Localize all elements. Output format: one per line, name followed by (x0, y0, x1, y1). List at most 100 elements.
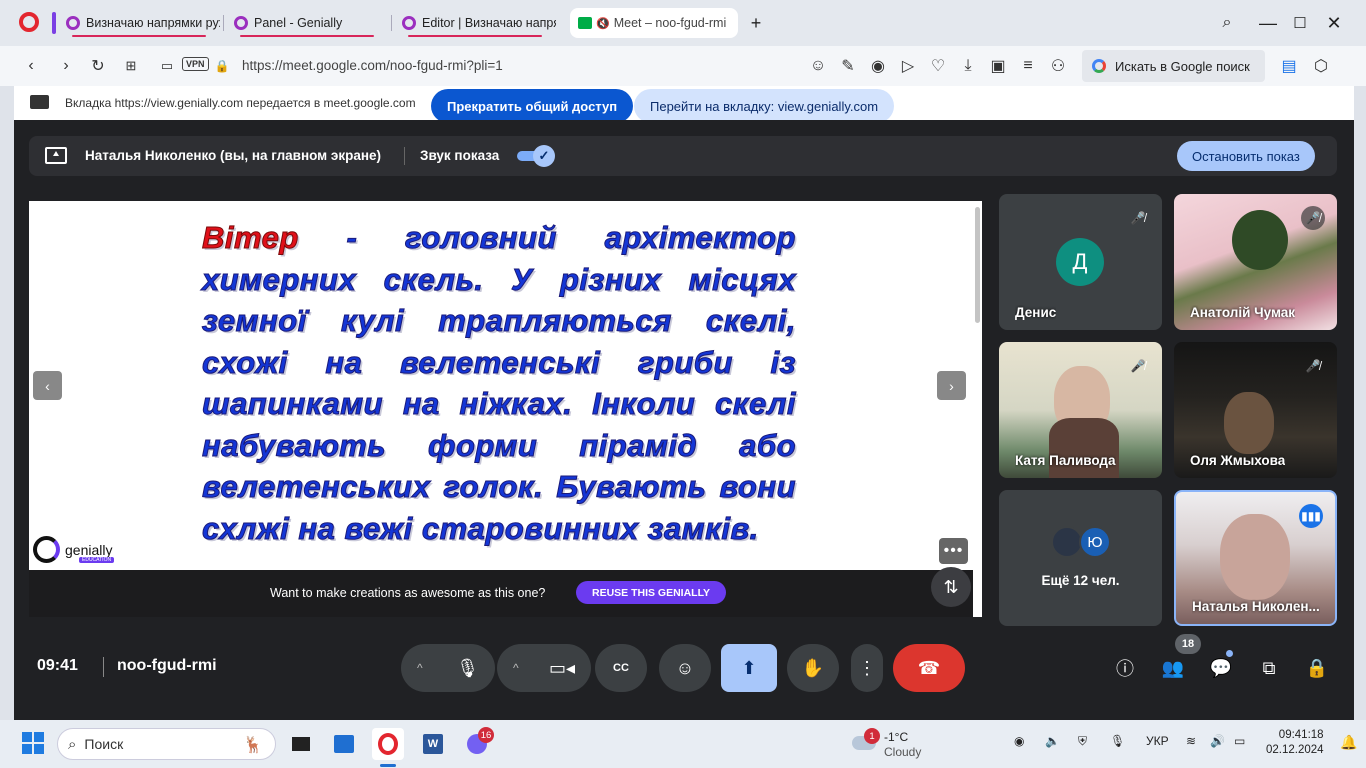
video-plant-shape (1232, 210, 1288, 270)
viber-tray-icon[interactable]: ◉ (1014, 734, 1024, 748)
volume-tray-icon[interactable]: 🔈 (1045, 734, 1060, 748)
info-icon[interactable]: ⓘ (1110, 653, 1140, 683)
download-icon[interactable]: ⤓ (954, 52, 982, 80)
url-field[interactable]: https://meet.google.com/noo-fgud-rmi?pli… (242, 58, 503, 73)
tab-group-line (240, 35, 374, 37)
mic-tray-icon[interactable]: 🎙 (1110, 734, 1125, 748)
task-view-icon[interactable] (285, 728, 317, 760)
player-icon[interactable]: ▣ (984, 52, 1012, 80)
language-indicator[interactable]: УКР (1146, 734, 1169, 748)
chat-icon[interactable]: 💬 (1206, 653, 1236, 683)
heart-icon[interactable]: ♡ (924, 52, 952, 80)
genially-logo-icon (33, 536, 60, 563)
clock[interactable]: 09:41:18 02.12.2024 (1266, 728, 1324, 758)
lock-icon[interactable]: 🔒 (208, 52, 236, 80)
emoji-icon[interactable]: ☺ (804, 52, 832, 80)
reuse-genially-button[interactable]: REUSE THIS GENIALLY (576, 581, 727, 604)
google-search-button[interactable]: Искать в Google поиск (1082, 50, 1265, 82)
send-icon[interactable]: ▷ (894, 52, 922, 80)
camera-icon[interactable]: ▭ (153, 52, 181, 80)
snapshot-icon[interactable]: ◉ (864, 52, 892, 80)
meet-favicon-icon (578, 17, 592, 29)
participant-tile[interactable]: 🎤̸ Катя Паливода (999, 342, 1162, 478)
stop-sharing-button[interactable]: Прекратить общий доступ (431, 89, 634, 123)
tab-vyznachayu[interactable]: Визначаю напрямки рухів (58, 8, 220, 38)
more-participants-tile[interactable]: Ю Ещё 12 чел. (999, 490, 1162, 626)
back-icon[interactable]: ‹ (17, 52, 45, 80)
sidebar-toggle-icon[interactable]: ▤ (1275, 52, 1303, 80)
stop-presenting-button[interactable]: Остановить показ (1177, 141, 1315, 171)
presenting-bar: Наталья Николенко (вы, на главном экране… (29, 136, 1337, 176)
tab-title: Meet – noo-fgud-rmi (613, 16, 727, 30)
tab-search-icon[interactable]: ⌕ (1214, 10, 1240, 36)
google-search-label: Искать в Google поиск (1115, 58, 1250, 74)
participant-name: Денис (1015, 305, 1057, 320)
scrollbar-thumb[interactable] (975, 207, 980, 323)
speaker-icon[interactable]: 🔊 (1210, 734, 1225, 748)
participant-name: Катя Паливода (1015, 453, 1116, 468)
captions-icon[interactable]: CC (595, 644, 647, 692)
windows-start-icon[interactable] (22, 732, 44, 754)
activities-icon[interactable]: ⧉ (1254, 653, 1284, 683)
participant-tile[interactable]: Д 🎤̸ Денис (999, 194, 1162, 330)
people-icon[interactable]: 👥 (1158, 653, 1188, 683)
opera-logo-icon[interactable] (19, 12, 39, 32)
previous-slide-button[interactable]: ‹ (33, 371, 62, 400)
go-to-tab-button[interactable]: Перейти на вкладку: view.genially.com (634, 89, 895, 123)
search-placeholder: Поиск (84, 736, 124, 752)
forward-icon[interactable]: › (52, 52, 80, 80)
tab-panel-genially[interactable]: Panel - Genially (226, 8, 388, 38)
video-camera-icon[interactable]: ▭◂ (549, 658, 575, 679)
edit-icon[interactable]: ✎ (834, 52, 862, 80)
more-options-icon[interactable]: ⋮ (851, 644, 883, 692)
vpn-badge[interactable]: VPN (182, 57, 209, 71)
settings-sliders-icon[interactable]: ≡ (1014, 52, 1042, 80)
chevron-up-icon[interactable]: ^ (417, 661, 423, 675)
store-icon[interactable] (328, 728, 360, 760)
genially-favicon-icon (234, 16, 248, 30)
present-now-icon[interactable]: ⬆ (721, 644, 777, 692)
mic-icon[interactable]: 🎙 (456, 658, 479, 679)
wifi-icon[interactable]: ≋ (1186, 734, 1196, 748)
weather-badge: 1 (864, 728, 880, 744)
more-options-icon[interactable]: ••• (939, 538, 968, 564)
tab-meet[interactable]: 🔇 Meet – noo-fgud-rmi (570, 8, 738, 38)
presentation-sound-toggle[interactable]: ✓ (517, 145, 555, 167)
extensions-icon[interactable]: ⬡ (1307, 52, 1335, 80)
host-controls-icon[interactable]: 🔒 (1302, 653, 1332, 683)
next-slide-button[interactable]: › (937, 371, 966, 400)
avatar: Д (1056, 238, 1104, 286)
genially-edu-tag: EDUCATION (79, 557, 115, 563)
opera-taskbar-icon[interactable] (372, 728, 404, 760)
notifications-icon[interactable]: 🔔 (1340, 734, 1357, 751)
reactions-icon[interactable]: ☺ (659, 644, 711, 692)
raise-hand-icon[interactable]: ✋ (787, 644, 839, 692)
word-icon[interactable]: W (417, 728, 449, 760)
security-tray-icon[interactable]: ⛨ (1078, 734, 1087, 749)
maximize-icon[interactable]: ☐ (1287, 10, 1313, 36)
taskbar-search[interactable]: ⌕ Поиск 🦌 (57, 728, 276, 760)
camera-control: ^ ▭◂ (497, 644, 591, 692)
tab-separator (391, 15, 392, 31)
participant-tile[interactable]: 🎤̸ Оля Жмыхова (1174, 342, 1337, 478)
chevron-up-icon[interactable]: ^ (513, 661, 519, 675)
active-app-indicator (380, 764, 396, 767)
close-icon[interactable]: ✕ (1321, 10, 1347, 36)
tab-editor[interactable]: Editor | Визначаю напрямки (394, 8, 556, 38)
swap-layout-icon[interactable]: ⇅ (931, 567, 971, 607)
speaking-indicator-icon: ▮▮▮ (1299, 504, 1323, 528)
battery-icon[interactable]: ▭ (1234, 734, 1245, 748)
genially-logo: genially EDUCATION (33, 536, 115, 563)
slide-body-text: - головний архітектор химерних скель. У … (202, 220, 797, 546)
video-face-shape (1224, 392, 1274, 454)
participant-tile[interactable]: 🎤̸ Анатолій Чумак (1174, 194, 1337, 330)
minimize-icon[interactable]: — (1255, 10, 1281, 36)
speed-dial-icon[interactable]: ⊞ (117, 52, 145, 80)
profile-icon[interactable]: ⚇ (1044, 52, 1072, 80)
new-tab-icon[interactable]: + (743, 10, 769, 36)
tab-sharing-banner: Вкладка https://view.genially.com переда… (14, 86, 1354, 123)
participant-tile-self[interactable]: ▮▮▮ Наталья Николен... (1174, 490, 1337, 626)
reload-icon[interactable]: ↻ (84, 52, 112, 80)
speaker-muted-icon[interactable]: 🔇 (596, 17, 610, 30)
end-call-icon[interactable]: ☎ (893, 644, 965, 692)
